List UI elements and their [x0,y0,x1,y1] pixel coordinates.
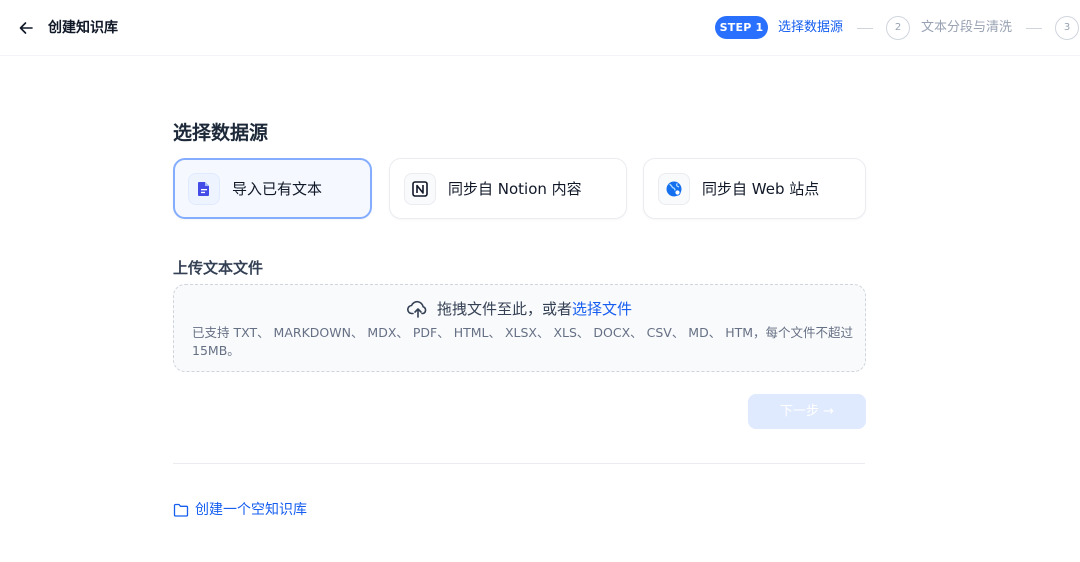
dropzone-prompt-text: 拖拽文件至此，或者 [436,300,572,318]
step-indicator: STEP 1 选择数据源 2 文本分段与清洗 3 [0,16,1080,40]
source-option-notion[interactable]: 同步自 Notion 内容 [389,158,627,219]
source-option-import-text[interactable]: 导入已有文本 [173,158,372,219]
step-2-label: 文本分段与清洗 [921,20,1013,35]
step-1-label: 选择数据源 [778,20,844,35]
cloud-upload-icon [406,300,429,318]
source-label: 导入已有文本 [232,180,323,198]
create-empty-knowledge-base-link[interactable]: 创建一个空知识库 [173,500,307,520]
web-globe-icon [666,181,682,196]
supported-formats-hint: 已支持 TXT、 MARKDOWN、 MDX、 PDF、 HTML、 XLSX、… [192,325,854,358]
section-title: 选择数据源 [173,122,269,144]
folder-icon [173,503,189,517]
notion-icon [412,180,428,197]
source-icon-wrapper [188,172,220,205]
step-3-circle: 3 [1055,16,1079,40]
divider [173,463,865,464]
dropzone-prompt-row: 拖拽文件至此，或者 选择文件 [174,298,865,319]
create-empty-label: 创建一个空知识库 [195,502,307,518]
step-2-circle: 2 [886,16,910,40]
source-label: 同步自 Web 站点 [702,180,820,198]
step-1-badge: STEP 1 [715,16,768,39]
source-option-web[interactable]: 同步自 Web 站点 [643,158,866,219]
document-icon [198,181,209,196]
source-icon-wrapper [404,172,436,205]
file-dropzone[interactable]: 拖拽文件至此，或者 选择文件 已支持 TXT、 MARKDOWN、 MDX、 P… [173,284,866,372]
upload-section-title: 上传文本文件 [173,259,264,277]
next-step-button[interactable]: 下一步 → [748,394,866,429]
step-connector [857,28,873,29]
step-connector [1026,28,1042,29]
source-label: 同步自 Notion 内容 [448,180,582,198]
select-file-link[interactable]: 选择文件 [572,298,632,319]
top-header: 创建知识库 STEP 1 选择数据源 2 文本分段与清洗 3 [0,0,1080,56]
source-icon-wrapper [658,172,690,205]
